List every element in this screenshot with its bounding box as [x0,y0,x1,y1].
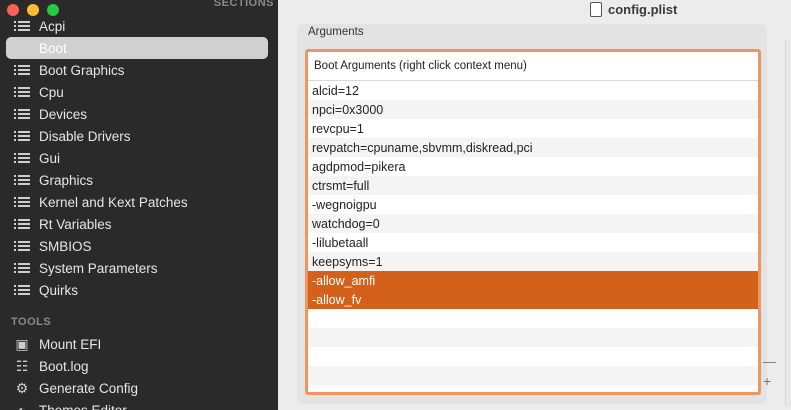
add-row-button[interactable]: + [763,374,775,388]
tool-item-3[interactable]: ◐ Themes Editor [6,399,268,410]
tool-item-label: Generate Config [39,380,139,396]
sidebar-item-label: Rt Variables [39,216,112,232]
table-body: alcid=12 npci=0x3000 revcpu=1 revpatch=cpun… [308,81,758,392]
sidebar-item-4[interactable]: Devices [6,103,268,125]
list-icon [14,262,30,274]
empty-table-row[interactable] [308,385,758,392]
sidebar-item-1[interactable]: Boot [6,37,268,59]
table-row[interactable]: keepsyms=1 [308,252,758,271]
table-row[interactable]: ctrsmt=full [308,176,758,195]
list-icon [14,108,30,120]
log-icon: ☷ [15,358,29,374]
empty-table-row[interactable] [308,328,758,347]
tool-item-label: Mount EFI [39,336,102,352]
remove-row-button[interactable]: — [763,355,776,368]
tool-item-label: Boot.log [39,358,89,374]
sections-header: SECTIONS [213,0,274,9]
table-row[interactable]: watchdog=0 [308,214,758,233]
tools-header: TOOLS [11,316,52,328]
adjacent-panel-edge [785,40,791,406]
sidebar-item-label: System Parameters [39,260,158,276]
table-row[interactable]: revcpu=1 [308,119,758,138]
table-row[interactable]: -wegnoigpu [308,195,758,214]
tool-item-label: Themes Editor [39,402,127,410]
sidebar-item-label: Kernel and Kext Patches [39,194,188,210]
sidebar-item-label: Boot Graphics [39,62,125,78]
sidebar-item-3[interactable]: Cpu [6,81,268,103]
sidebar-item-10[interactable]: SMBIOS [6,235,268,257]
sidebar-item-9[interactable]: Rt Variables [6,213,268,235]
table-column-header[interactable]: Boot Arguments (right click context menu… [308,52,758,81]
tool-item-1[interactable]: ☷ Boot.log [6,355,268,377]
sidebar-item-12[interactable]: Quirks [6,279,268,301]
sidebar-item-5[interactable]: Disable Drivers [6,125,268,147]
empty-table-row[interactable] [308,366,758,385]
gears-icon: ⚙ [15,380,29,396]
tool-item-0[interactable]: ▣ Mount EFI [6,333,268,355]
table-row[interactable]: alcid=12 [308,81,758,100]
sidebar-item-label: Disable Drivers [39,128,131,144]
sections-list: Acpi Boot Boot Graphics Cpu Devices Disable D… [6,15,268,301]
list-icon [14,284,30,296]
list-icon [14,64,30,76]
list-icon [14,42,30,54]
empty-table-row[interactable] [308,347,758,366]
list-icon [14,86,30,98]
list-icon [14,130,30,142]
document-icon [590,2,602,17]
window-title-text: config.plist [608,2,678,17]
table-row[interactable]: -allow_amfi [308,271,758,290]
sidebar-item-label: Quirks [39,282,79,298]
sidebar-item-11[interactable]: System Parameters [6,257,268,279]
sidebar-item-label: Graphics [39,172,94,188]
table-row[interactable]: revpatch=cpuname,sbvmm,diskread,pci [308,138,758,157]
table-row[interactable]: -lilubetaall [308,233,758,252]
list-icon [14,196,30,208]
table-row[interactable]: -allow_fv [308,290,758,309]
disk-icon: ▣ [15,336,29,352]
list-icon [14,240,30,252]
tools-list: ▣ Mount EFI ☷ Boot.log ⚙ Generate Config ◐ Them… [6,333,268,410]
list-icon [14,152,30,164]
sidebar-item-7[interactable]: Graphics [6,169,268,191]
empty-table-row[interactable] [308,309,758,328]
sidebar-item-8[interactable]: Kernel and Kext Patches [6,191,268,213]
arguments-group-label: Arguments [308,26,364,38]
list-icon [14,218,30,230]
sidebar-item-label: Cpu [39,84,64,100]
main-panel: config.plist Arguments Boot Arguments (r… [278,0,791,410]
sidebar-item-6[interactable]: Gui [6,147,268,169]
sidebar-item-label: Gui [39,150,61,166]
list-icon [14,174,30,186]
sidebar: SECTIONS Acpi Boot Boot Graphics Cpu Devices… [0,0,278,410]
table-row[interactable]: agdpmod=pikera [308,157,758,176]
sidebar-item-label: Devices [39,106,88,122]
sidebar-item-label: Boot [39,40,67,56]
sidebar-item-2[interactable]: Boot Graphics [6,59,268,81]
boot-arguments-table[interactable]: Boot Arguments (right click context menu… [305,49,761,395]
sidebar-item-label: SMBIOS [39,238,92,254]
sidebar-item-label: Acpi [39,18,66,34]
palette-icon: ◐ [17,402,27,410]
tool-item-2[interactable]: ⚙ Generate Config [6,377,268,399]
table-row[interactable]: npci=0x3000 [308,100,758,119]
list-icon [14,20,30,32]
sidebar-item-0[interactable]: Acpi [6,15,268,37]
window-title: config.plist [590,2,677,17]
